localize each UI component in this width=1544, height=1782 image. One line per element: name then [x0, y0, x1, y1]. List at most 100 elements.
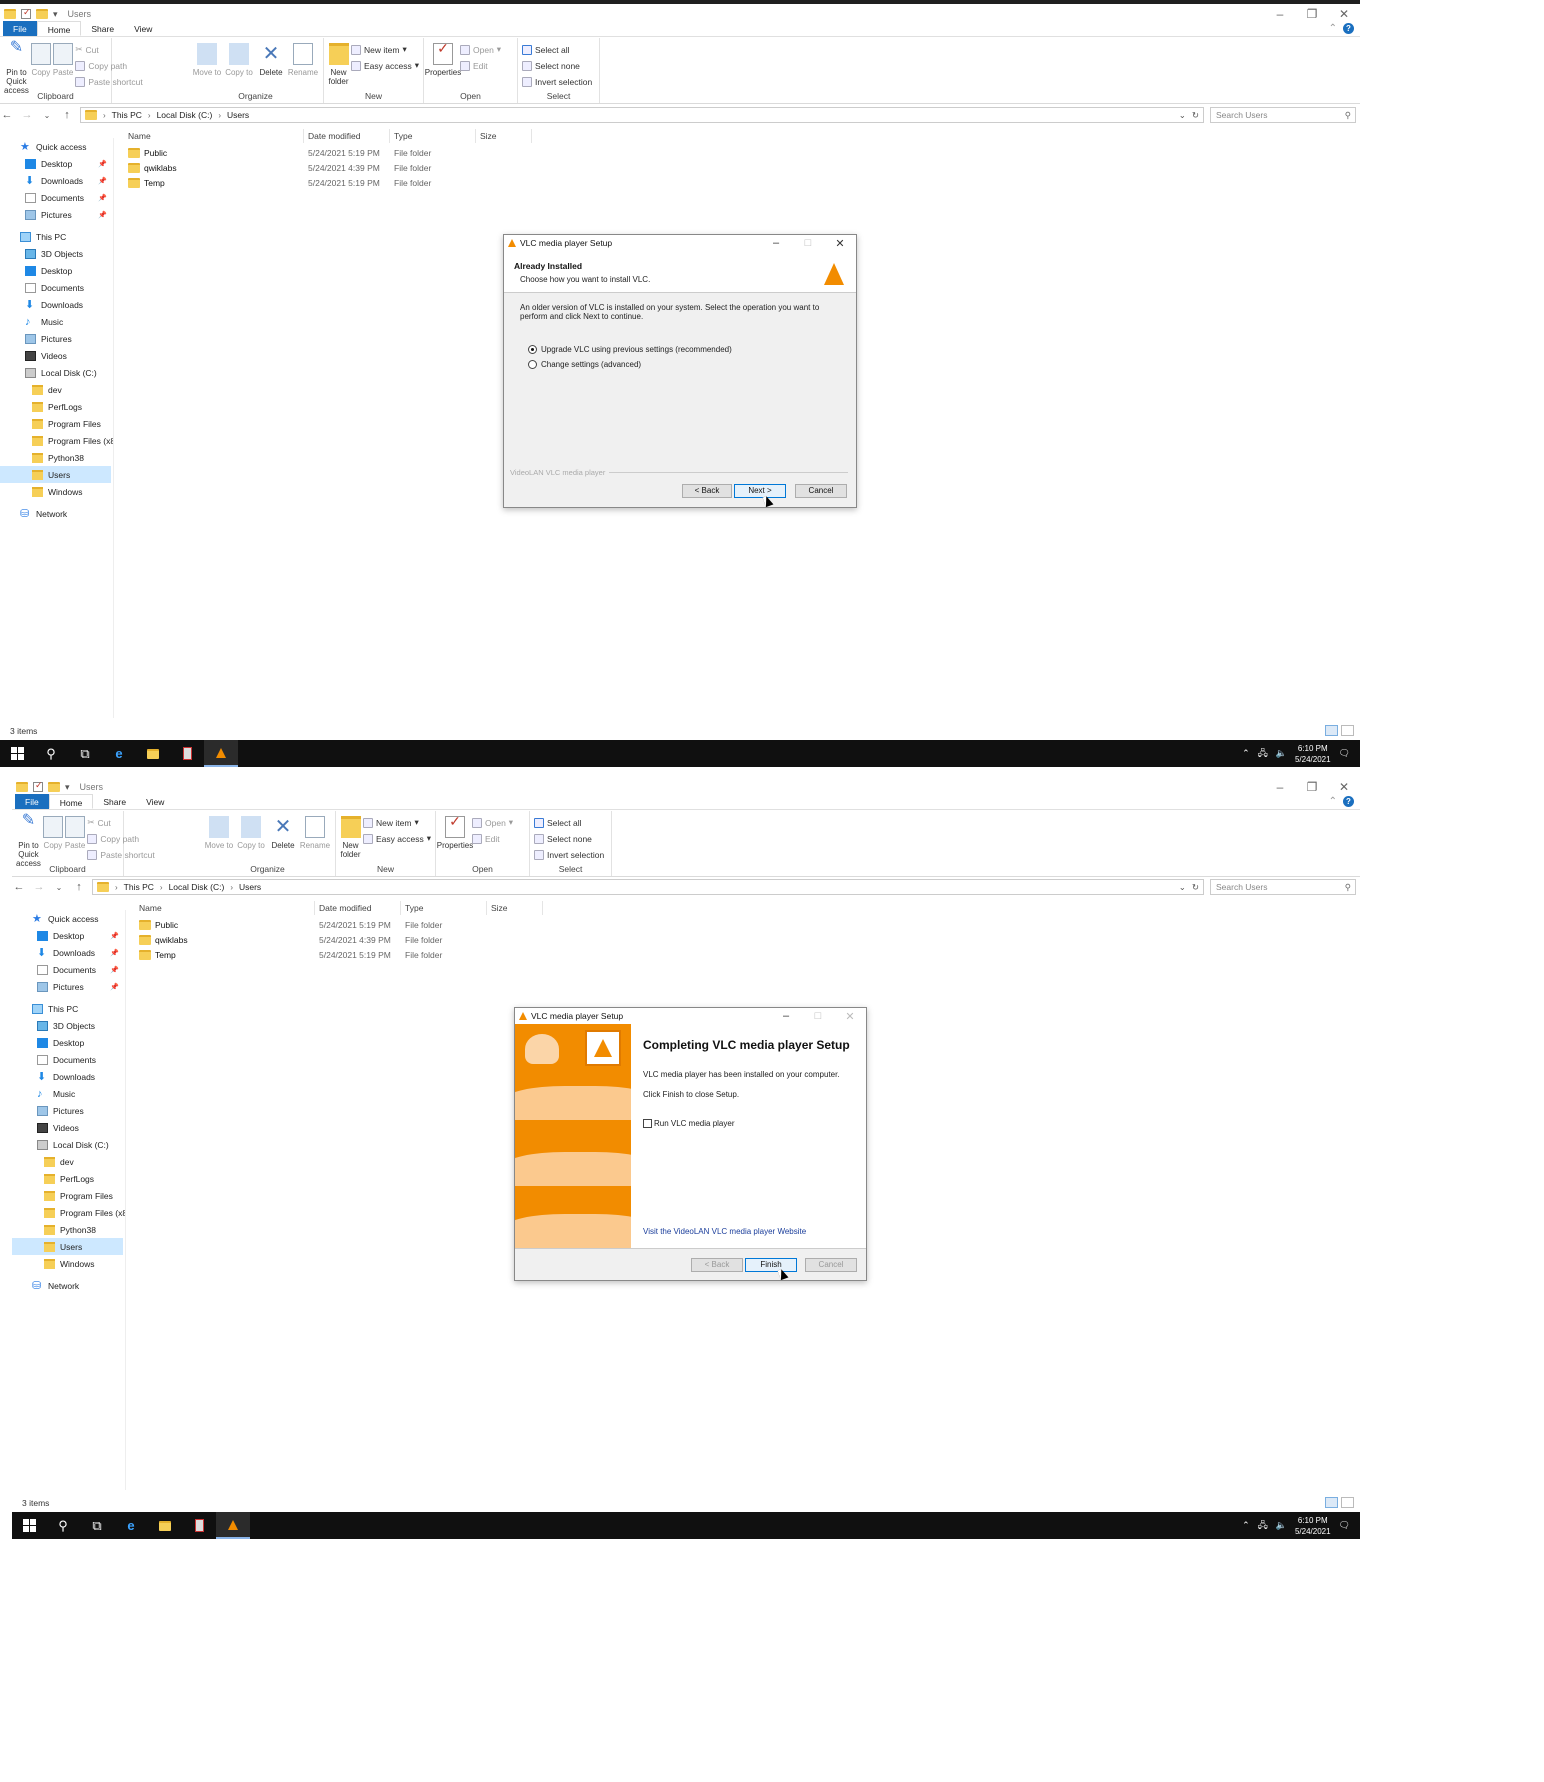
nav-qa-downloads[interactable]: ⬇ Downloads 📌	[0, 172, 113, 189]
nav-pictures[interactable]: Pictures	[12, 1102, 125, 1119]
large-icons-view-icon[interactable]	[1341, 1497, 1354, 1508]
cut-button[interactable]: ✂ Cut	[75, 43, 142, 56]
large-icons-view-icon[interactable]	[1341, 725, 1354, 736]
volume-icon[interactable]: 🔈	[1276, 1520, 1287, 1531]
start-button[interactable]	[12, 1512, 46, 1539]
tab-share[interactable]: Share	[81, 21, 124, 36]
edit-button[interactable]: Edit	[460, 59, 501, 72]
finish-button[interactable]: Finish	[745, 1258, 797, 1272]
table-row[interactable]: qwiklabs 5/24/2021 4:39 PM File folder	[135, 932, 543, 947]
select-all-button[interactable]: Select all	[534, 816, 604, 829]
upgrade-radio[interactable]: Upgrade VLC using previous settings (rec…	[528, 345, 840, 354]
nav-desktop[interactable]: Desktop	[12, 1034, 125, 1051]
close-icon[interactable]: ✕	[1328, 780, 1360, 794]
close-icon[interactable]: ✕	[824, 237, 856, 250]
table-row[interactable]: Public 5/24/2021 5:19 PM File folder	[135, 917, 543, 932]
nav-videos[interactable]: Videos	[0, 347, 113, 364]
file-explorer-button[interactable]	[136, 740, 170, 767]
nav-this-pc[interactable]: This PC	[0, 228, 113, 245]
tab-share[interactable]: Share	[93, 794, 136, 809]
column-name[interactable]: Name	[124, 129, 304, 143]
network-icon[interactable]: 🖧	[1258, 746, 1268, 762]
vlc-taskbar-button[interactable]	[216, 1512, 250, 1539]
restore-icon[interactable]: ❐	[1296, 780, 1328, 794]
up-arrow-icon[interactable]: ↑	[60, 109, 74, 121]
nav-3d-objects[interactable]: 3D Objects	[0, 245, 113, 262]
forward-arrow-icon[interactable]: →	[20, 109, 34, 121]
nav-this-pc[interactable]: This PC	[12, 1000, 125, 1017]
nav-qa-desktop[interactable]: Desktop 📌	[12, 927, 125, 944]
search-taskbar-button[interactable]: ⚲	[34, 740, 68, 767]
details-view-icon[interactable]	[1325, 1497, 1338, 1508]
nav-qa-documents[interactable]: Documents 📌	[0, 189, 113, 206]
search-taskbar-button[interactable]: ⚲	[46, 1512, 80, 1539]
new-folder-icon[interactable]	[36, 9, 48, 19]
copy-path-button[interactable]: Copy path	[87, 832, 154, 845]
close-icon[interactable]: ✕	[1328, 7, 1360, 21]
recent-chevron-icon[interactable]: ⌄	[52, 883, 66, 892]
nav-music[interactable]: ♪ Music	[0, 313, 113, 330]
chevron-up-icon[interactable]: ⌃	[1329, 23, 1337, 34]
breadcrumb-disk[interactable]: Local Disk (C:)	[169, 882, 225, 892]
back-arrow-icon[interactable]: ←	[12, 881, 26, 893]
chevron-up-icon[interactable]: ⌃	[1242, 1520, 1250, 1531]
nav-3d-objects[interactable]: 3D Objects	[12, 1017, 125, 1034]
nav-quick-access[interactable]: ★ Quick access	[0, 138, 113, 155]
column-date[interactable]: Date modified	[304, 129, 390, 143]
nav-desktop[interactable]: Desktop	[0, 262, 113, 279]
breadcrumb-users[interactable]: Users	[239, 882, 261, 892]
ie-button[interactable]: e	[114, 1512, 148, 1539]
nav-network[interactable]: ⛁ Network	[0, 505, 113, 522]
nav-qa-pictures[interactable]: Pictures 📌	[12, 978, 125, 995]
column-date[interactable]: Date modified	[315, 901, 401, 915]
column-size[interactable]: Size	[487, 901, 543, 915]
invert-selection-button[interactable]: Invert selection	[522, 75, 592, 88]
table-row[interactable]: Temp 5/24/2021 5:19 PM File folder	[135, 947, 543, 962]
nav-python38[interactable]: Python38	[12, 1221, 125, 1238]
videolan-website-link[interactable]: Visit the VideoLAN VLC media player Webs…	[643, 1227, 806, 1236]
file-explorer-button[interactable]	[148, 1512, 182, 1539]
table-row[interactable]: qwiklabs 5/24/2021 4:39 PM File folder	[124, 160, 532, 175]
tab-view[interactable]: View	[124, 21, 162, 36]
column-type[interactable]: Type	[390, 129, 476, 143]
network-icon[interactable]: 🖧	[1258, 1518, 1268, 1534]
next-button[interactable]: Next >	[734, 484, 786, 498]
copy-path-button[interactable]: Copy path	[75, 59, 142, 72]
nav-python38[interactable]: Python38	[0, 449, 113, 466]
address-bar[interactable]: › This PC › Local Disk (C:) › Users ⌄ ↻	[92, 879, 1204, 895]
vlc-taskbar-button[interactable]	[204, 740, 238, 767]
nav-perflogs[interactable]: PerfLogs	[0, 398, 113, 415]
tab-view[interactable]: View	[136, 794, 174, 809]
address-bar[interactable]: › This PC › Local Disk (C:) › Users ⌄ ↻	[80, 107, 1204, 123]
tab-file[interactable]: File	[15, 794, 49, 809]
column-size[interactable]: Size	[476, 129, 532, 143]
nav-documents[interactable]: Documents	[12, 1051, 125, 1068]
nav-qa-downloads[interactable]: ⬇ Downloads 📌	[12, 944, 125, 961]
nav-quick-access[interactable]: ★ Quick access	[12, 910, 125, 927]
nav-videos[interactable]: Videos	[12, 1119, 125, 1136]
nav-dev[interactable]: dev	[0, 381, 113, 398]
volume-icon[interactable]: 🔈	[1276, 748, 1287, 759]
dropdown-chevron-icon[interactable]: ⌄	[1179, 110, 1186, 121]
nav-program-files[interactable]: Program Files	[0, 415, 113, 432]
start-button[interactable]	[0, 740, 34, 767]
invert-selection-button[interactable]: Invert selection	[534, 848, 604, 861]
column-type[interactable]: Type	[401, 901, 487, 915]
change-settings-radio[interactable]: Change settings (advanced)	[528, 360, 840, 369]
minimize-icon[interactable]: –	[770, 1010, 802, 1023]
back-arrow-icon[interactable]: ←	[0, 109, 14, 121]
back-button[interactable]: < Back	[682, 484, 732, 498]
recent-chevron-icon[interactable]: ⌄	[40, 111, 54, 120]
breadcrumb-disk[interactable]: Local Disk (C:)	[157, 110, 213, 120]
help-icon[interactable]: ?	[1343, 796, 1354, 807]
minimize-icon[interactable]: –	[1264, 7, 1296, 21]
column-name[interactable]: Name	[135, 901, 315, 915]
ie-button[interactable]: e	[102, 740, 136, 767]
nav-pictures[interactable]: Pictures	[0, 330, 113, 347]
refresh-icon[interactable]: ↻	[1192, 882, 1199, 893]
refresh-icon[interactable]: ↻	[1192, 110, 1199, 121]
nav-local-disk[interactable]: Local Disk (C:)	[12, 1136, 125, 1153]
nav-qa-documents[interactable]: Documents 📌	[12, 961, 125, 978]
breadcrumb-users[interactable]: Users	[227, 110, 249, 120]
open-button[interactable]: Open ▾	[460, 43, 501, 56]
